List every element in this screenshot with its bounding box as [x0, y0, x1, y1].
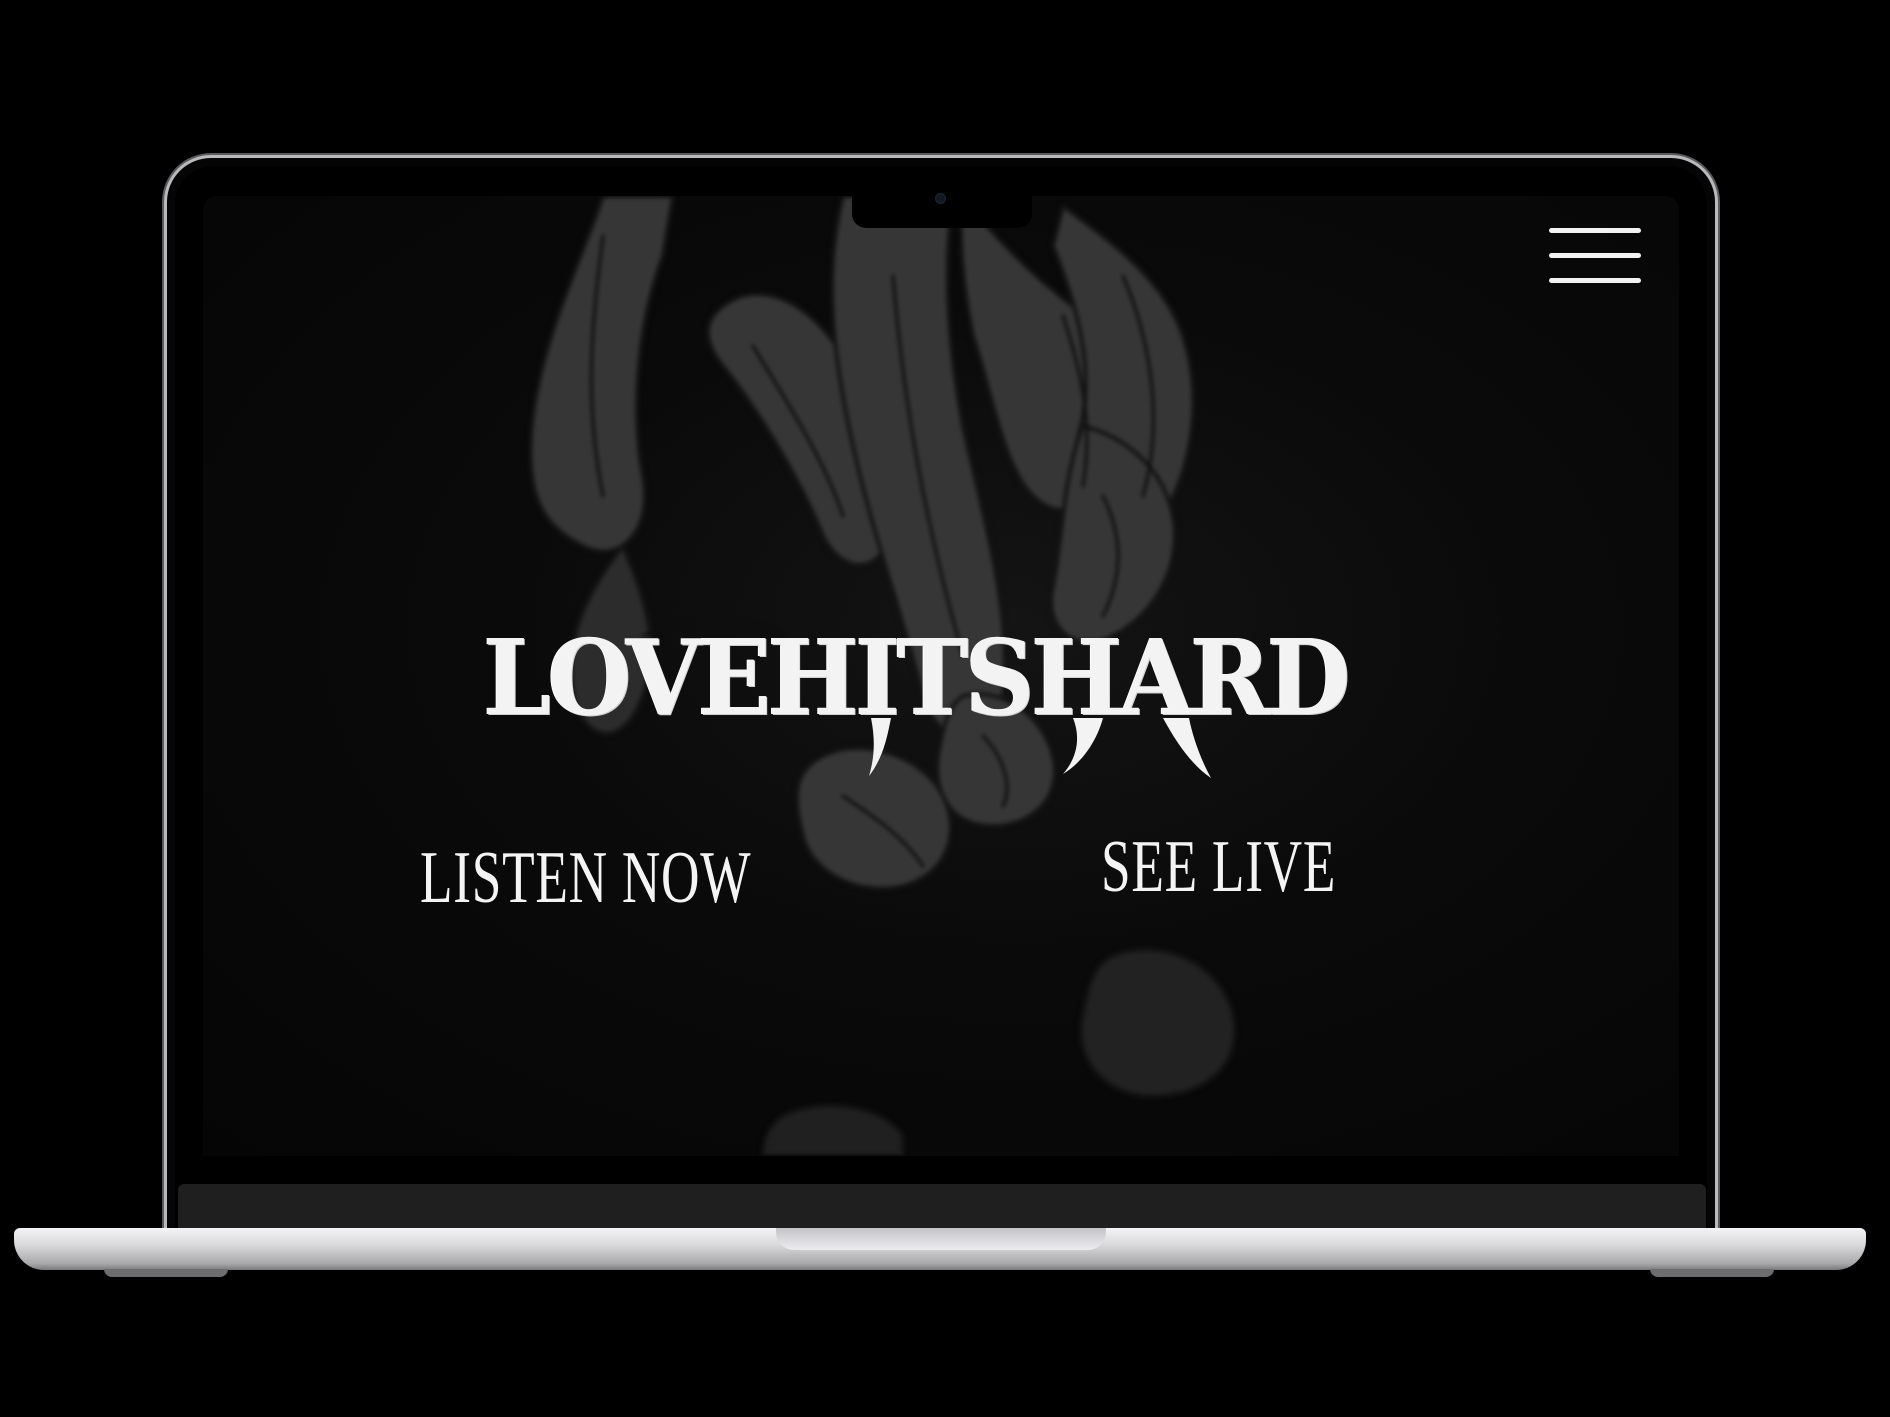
logo-flourish-icon	[869, 718, 891, 776]
menu-line	[1549, 253, 1641, 258]
menu-line	[1549, 228, 1641, 233]
laptop-foot	[1650, 1269, 1774, 1277]
listen-now-link[interactable]: LISTEN NOW	[420, 841, 751, 915]
brand-wordmark: LOVEHITSHARD	[483, 616, 1351, 739]
hamburger-menu-icon[interactable]	[1549, 228, 1641, 286]
camera-icon	[935, 193, 946, 204]
website-screen: LOVEHITSHARD LISTEN NOW SEE LIVE	[203, 196, 1679, 1156]
laptop-foot	[104, 1269, 228, 1277]
menu-line	[1549, 278, 1641, 283]
laptop-opening-notch	[776, 1228, 1106, 1250]
device-stage: LOVEHITSHARD LISTEN NOW SEE LIVE	[0, 0, 1890, 1417]
see-live-link[interactable]: SEE LIVE	[1101, 830, 1336, 904]
laptop-hinge	[178, 1184, 1706, 1228]
logo-flourish-icon	[1063, 718, 1103, 774]
brand-logo[interactable]: LOVEHITSHARD	[483, 626, 1351, 786]
logo-flourish-icon	[1163, 718, 1211, 778]
